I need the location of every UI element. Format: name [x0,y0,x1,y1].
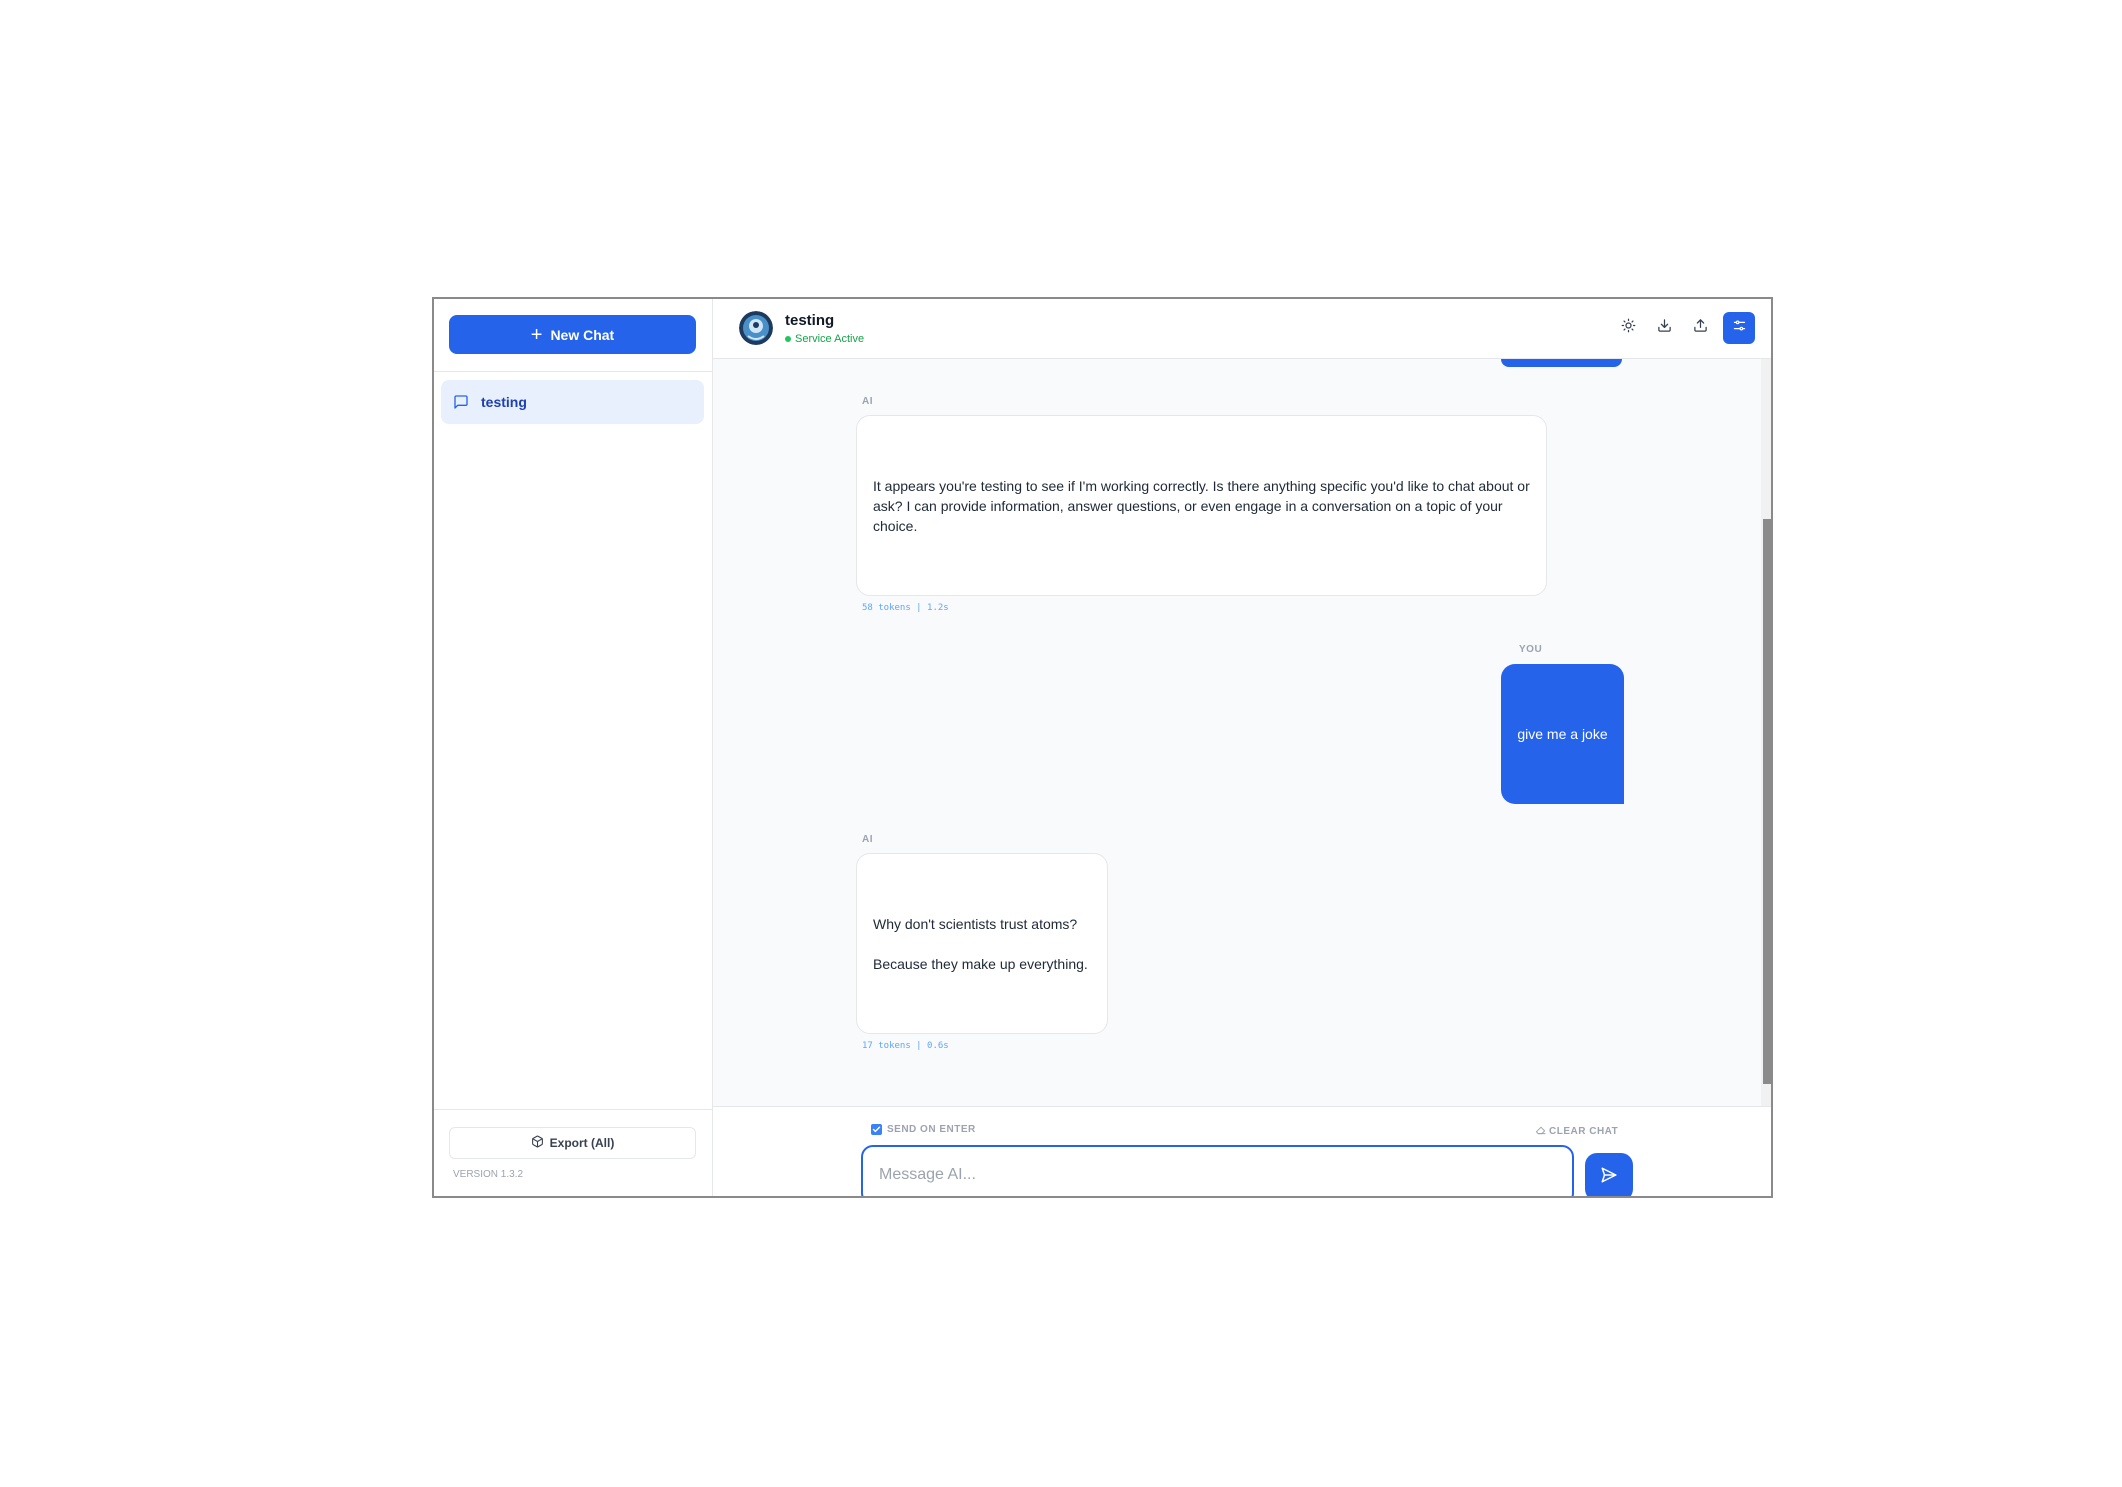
ai-message-line: Why don't scientists trust atoms? [873,915,1078,932]
composer: SEND ON ENTER CLEAR CHAT [713,1106,1771,1196]
ai-message-line: Because they make up everything. [873,955,1088,972]
service-status: Service Active [785,333,864,345]
user-message-bubble-partial [1501,359,1622,367]
ai-message-line-gap [873,934,1088,954]
message-meta: 17 tokens | 0.6s [862,1041,949,1051]
scrollbar-thumb[interactable] [1763,519,1771,1084]
app-window: + New Chat testing Export (All) VERSION … [432,297,1773,1198]
version-text: VERSION 1.3.2 [453,1169,524,1180]
message-input[interactable] [861,1145,1574,1196]
sidebar-footer-divider [434,1109,712,1110]
ai-message-text: Why don't scientists trust atoms? Becaus… [873,914,1088,974]
ai-message-bubble: Why don't scientists trust atoms? Becaus… [856,853,1108,1034]
send-icon [1600,1166,1618,1189]
export-all-label: Export (All) [549,1136,615,1150]
send-on-enter-label: SEND ON ENTER [887,1124,976,1135]
download-button[interactable] [1652,316,1676,340]
message-icon [453,394,469,410]
sun-icon [1621,318,1636,338]
package-icon [531,1135,544,1151]
upload-button[interactable] [1688,316,1712,340]
chat-title: testing [785,312,835,329]
plus-icon: + [530,323,543,346]
eraser-icon [1535,1124,1546,1138]
sidebar: + New Chat testing Export (All) VERSION … [434,299,713,1196]
chat-header: testing Service Active [713,299,1771,359]
bot-avatar [739,311,773,345]
user-message-bubble: give me a joke [1501,664,1624,804]
clear-chat-label: CLEAR CHAT [1549,1125,1619,1137]
settings-button[interactable] [1723,312,1755,344]
message-meta: 58 tokens | 1.2s [862,603,949,613]
checkbox-checked-icon[interactable] [871,1124,882,1135]
message-role-label: AI [862,834,873,845]
send-on-enter-toggle[interactable]: SEND ON ENTER [871,1124,976,1135]
message-list: AI It appears you're testing to see if I… [713,359,1761,1106]
status-dot [785,336,791,342]
new-chat-button[interactable]: + New Chat [449,315,696,354]
new-chat-label: New Chat [550,326,615,343]
chat-list-item[interactable]: testing [441,380,704,424]
user-message-text: give me a joke [1517,726,1608,742]
message-role-label: AI [862,396,873,407]
upload-icon [1693,318,1708,338]
settings-sliders-icon [1732,318,1747,338]
status-text: Service Active [795,333,865,345]
ai-message-text: It appears you're testing to see if I'm … [873,477,1530,534]
send-button[interactable] [1585,1153,1633,1196]
export-all-button[interactable]: Export (All) [449,1127,696,1159]
ai-message-bubble: It appears you're testing to see if I'm … [856,415,1547,596]
chat-panel: testing Service Active AI It appears you… [713,299,1771,1196]
theme-toggle-button[interactable] [1616,316,1640,340]
message-role-label: YOU [1519,644,1543,655]
download-icon [1657,318,1672,338]
chat-item-label: testing [481,394,527,410]
clear-chat-button[interactable]: CLEAR CHAT [1535,1124,1618,1138]
sidebar-divider [434,371,712,372]
